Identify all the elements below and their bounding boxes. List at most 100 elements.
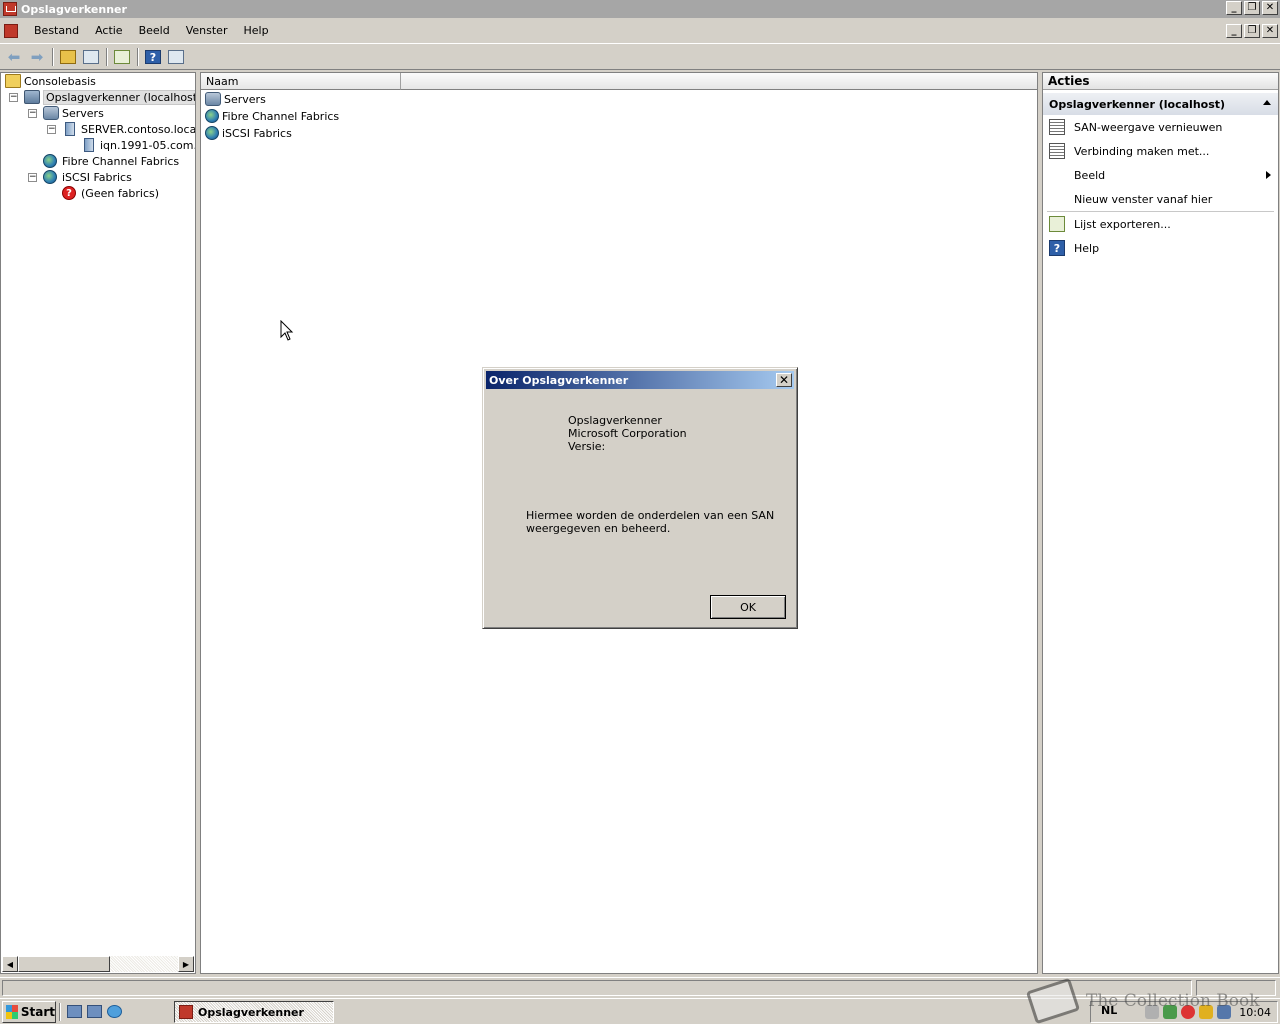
about-dialog: Over Opslagverkenner ✕ Opslagverkenner M… [482, 367, 798, 629]
taskbar-button-label: Opslagverkenner [198, 1005, 304, 1019]
fabric-globe-icon [205, 109, 219, 123]
window-titlebar[interactable]: Opslagverkenner _ ❐ ✕ [0, 0, 1280, 18]
tree-node-servers[interactable]: Servers [43, 105, 104, 121]
action-refresh-san-view[interactable]: SAN-weergave vernieuwen [1043, 115, 1278, 139]
action-label: Beeld [1074, 168, 1106, 182]
scroll-track[interactable] [110, 956, 178, 972]
action-label: Lijst exporteren... [1074, 217, 1171, 231]
column-header-name[interactable]: Naam [201, 73, 401, 90]
windows-logo-icon [6, 1004, 18, 1019]
list-item-label: Fibre Channel Fabrics [222, 109, 340, 123]
column-header-empty[interactable] [401, 73, 1037, 90]
tree-node-storage-explorer[interactable]: Opslagverkenner (localhost) [24, 89, 195, 105]
taskbar: Start Opslagverkenner NL 10:04 [0, 998, 1280, 1024]
back-arrow-icon: ⬅ [7, 47, 21, 66]
back-button[interactable]: ⬅ [3, 47, 25, 67]
help-icon: ? [1049, 240, 1065, 256]
security-shield-icon[interactable] [1163, 1005, 1178, 1019]
tree-node-fibre-channel[interactable]: Fibre Channel Fabrics [43, 153, 179, 169]
collapse-toggle[interactable]: − [47, 125, 56, 134]
document-close-button[interactable]: ✕ [1262, 24, 1278, 38]
action-export-list[interactable]: Lijst exporteren... [1043, 212, 1278, 236]
alert-icon[interactable] [1181, 1005, 1196, 1019]
toolbar-separator [137, 48, 139, 66]
export-list-icon [1049, 216, 1065, 232]
collapse-toggle[interactable]: − [28, 173, 37, 182]
dialog-close-button[interactable]: ✕ [776, 373, 792, 387]
error-icon: ? [62, 186, 76, 200]
server-manager-icon [86, 1005, 102, 1018]
action-help[interactable]: ? Help [1043, 236, 1278, 260]
submenu-arrow-icon [1266, 171, 1271, 179]
tree-label-iqn: iqn.1991-05.com.m [100, 138, 195, 152]
forward-button[interactable]: ➡ [26, 47, 48, 67]
dialog-titlebar[interactable]: Over Opslagverkenner ✕ [486, 371, 794, 389]
show-hide-tree-icon [83, 50, 99, 64]
tree-node-server-host[interactable]: SERVER.contoso.local [62, 121, 195, 137]
dialog-title: Over Opslagverkenner [489, 373, 629, 387]
clock[interactable]: 10:04 [1239, 1006, 1271, 1019]
tree-label-fibre-channel: Fibre Channel Fabrics [62, 154, 180, 168]
menu-venster[interactable]: Venster [178, 24, 236, 37]
document-window-icon[interactable] [4, 23, 18, 38]
show-hide-action-pane-button[interactable] [165, 47, 187, 67]
close-button[interactable]: ✕ [1262, 1, 1278, 15]
minimize-button[interactable]: _ [1226, 1, 1242, 15]
storage-explorer-app-icon[interactable] [3, 2, 17, 16]
list-item-servers[interactable]: Servers [205, 91, 266, 107]
help-button[interactable]: ? [142, 47, 164, 67]
tree-label-iscsi: iSCSI Fabrics [62, 170, 132, 184]
tree-label-storage-explorer: Opslagverkenner (localhost) [43, 89, 195, 105]
tree-node-no-fabrics[interactable]: ? (Geen fabrics) [62, 185, 159, 201]
iscsi-initiator-icon [84, 138, 94, 152]
dialog-product-name: Opslagverkenner [568, 414, 662, 427]
toolbar: ⬅ ➡ ? [0, 45, 1280, 70]
action-label: SAN-weergave vernieuwen [1074, 120, 1223, 134]
document-restore-button[interactable]: ❐ [1244, 24, 1260, 38]
tree-label-console-root: Consolebasis [24, 74, 96, 88]
list-item-iscsi[interactable]: iSCSI Fabrics [205, 125, 292, 141]
quicklaunch-show-desktop[interactable] [64, 1002, 84, 1022]
action-new-window-from-here[interactable]: Nieuw venster vanaf hier [1043, 187, 1278, 211]
list-item-label: iSCSI Fabrics [222, 126, 292, 140]
actions-section-storage-explorer[interactable]: Opslagverkenner (localhost) [1043, 93, 1278, 115]
start-button[interactable]: Start [2, 1000, 56, 1023]
scroll-left-button[interactable]: ◀ [2, 956, 18, 972]
menu-bestand[interactable]: Bestand [26, 24, 87, 37]
list-item-fibre-channel[interactable]: Fibre Channel Fabrics [205, 108, 339, 124]
actions-pane: Acties Opslagverkenner (localhost) SAN-w… [1042, 72, 1279, 974]
show-hide-tree-button[interactable] [80, 47, 102, 67]
console-tree[interactable]: Consolebasis − Opslagverkenner (localhos… [0, 72, 196, 974]
action-connect-to[interactable]: Verbinding maken met... [1043, 139, 1278, 163]
menu-beeld[interactable]: Beeld [131, 24, 178, 37]
keyboard-icon[interactable] [1145, 1005, 1160, 1019]
up-folder-icon [60, 50, 76, 64]
up-one-level-button[interactable] [57, 47, 79, 67]
export-list-button[interactable] [111, 47, 133, 67]
document-minimize-button[interactable]: _ [1226, 24, 1242, 38]
collapse-toggle[interactable]: − [28, 109, 37, 118]
menu-help[interactable]: Help [235, 24, 276, 37]
dialog-ok-button[interactable]: OK [710, 595, 786, 619]
action-view[interactable]: Beeld [1043, 163, 1278, 187]
collapse-section-icon[interactable] [1263, 100, 1271, 105]
status-bar-cell [1196, 980, 1276, 996]
scroll-thumb[interactable] [18, 956, 110, 972]
restore-button[interactable]: ❐ [1244, 1, 1260, 15]
quicklaunch-internet-explorer[interactable] [104, 1002, 124, 1022]
server-icon [65, 122, 75, 136]
network-icon[interactable] [1217, 1005, 1232, 1019]
quicklaunch-server-manager[interactable] [84, 1002, 104, 1022]
warning-icon[interactable] [1199, 1005, 1214, 1019]
scroll-right-button[interactable]: ▶ [178, 956, 194, 972]
tree-node-iqn[interactable]: iqn.1991-05.com.m [81, 137, 195, 153]
list-item-label: Servers [224, 92, 266, 106]
tree-horizontal-scrollbar[interactable]: ◀ ▶ [2, 956, 194, 972]
collapse-toggle[interactable]: − [9, 93, 18, 102]
toolbar-separator [106, 48, 108, 66]
taskbar-button-storage-explorer[interactable]: Opslagverkenner [174, 1001, 334, 1023]
tree-node-console-root[interactable]: Consolebasis [5, 73, 96, 89]
menu-actie[interactable]: Actie [87, 24, 131, 37]
actions-header: Acties [1043, 73, 1278, 90]
tree-node-iscsi[interactable]: iSCSI Fabrics [43, 169, 132, 185]
